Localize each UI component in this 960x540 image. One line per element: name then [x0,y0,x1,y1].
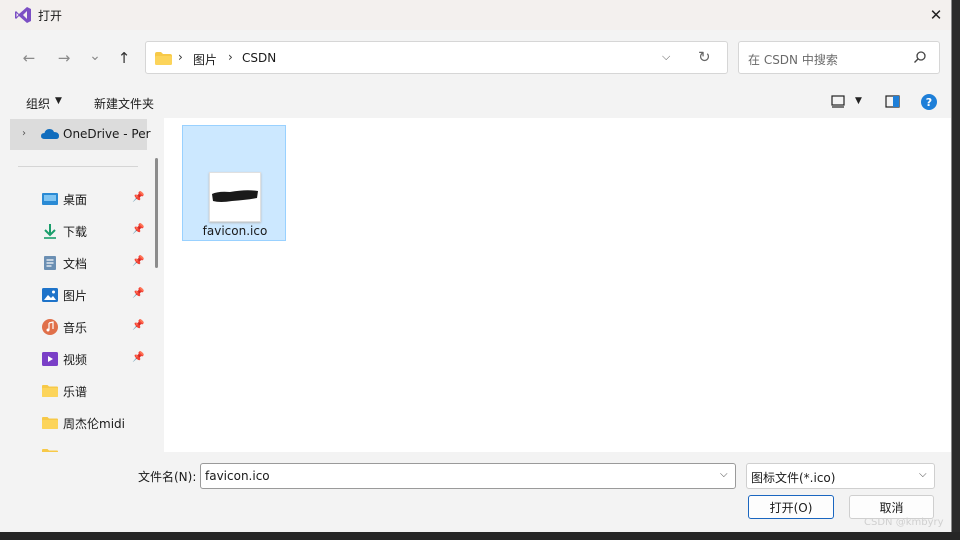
breadcrumb-csdn[interactable]: CSDN [242,51,276,65]
file-name-panel: 文件名(N): favicon.ico ⌵ 图标文件(*.ico) ⌵ 打开(O… [0,452,951,532]
file-item[interactable]: favicon.ico [182,125,286,241]
breadcrumb-pictures[interactable]: 图片 [193,51,217,68]
forward-button[interactable]: → [52,47,76,69]
pin-icon[interactable]: 📌 [132,192,144,203]
back-button[interactable]: ← [17,47,41,69]
sidebar-item-label: 下载 [63,225,88,239]
file-thumbnail [209,172,261,222]
filename-input[interactable]: favicon.ico ⌵ [200,463,736,489]
filetype-select[interactable]: 图标文件(*.ico) ⌵ [746,463,935,489]
filetype-value: 图标文件(*.ico) [751,471,836,485]
arrow-up-icon: ↑ [117,49,131,67]
sidebar-item-label: OneDrive - Per [63,127,151,141]
navigation-bar: ← → ⌄ ↑ › 图片 › CSDN ⌵ ↻ 在 CSDN 中搜索 [0,30,951,86]
sidebar-item-downloads[interactable]: 下载 📌 [8,218,154,244]
refresh-icon[interactable]: ↻ [698,48,711,66]
open-file-dialog: 打开 ✕ ← → ⌄ ↑ › 图片 › CSDN ⌵ ↻ 在 CSDN 中搜索 … [0,0,952,532]
close-icon: ✕ [929,6,943,24]
search-icon[interactable] [913,50,927,64]
sidebar-item-label: 乐谱 [63,385,88,399]
sidebar-item-documents[interactable]: 文档 📌 [8,250,154,276]
search-box[interactable]: 在 CSDN 中搜索 [738,41,940,74]
recent-locations-button[interactable]: ⌄ [83,45,107,67]
view-caret-icon[interactable]: ▼ [855,96,862,106]
videos-icon [42,352,58,366]
sidebar-item-pictures[interactable]: 图片 📌 [8,282,154,308]
download-icon [44,224,56,239]
command-bar: 组织 ▼ 新建文件夹 ▼ ? [0,86,951,118]
breadcrumb-separator: › [178,50,183,64]
dialog-title: 打开 [38,9,63,23]
sidebar-item-desktop[interactable]: 桌面 📌 [8,186,154,212]
folder-icon [155,52,172,65]
file-name: favicon.ico [202,224,268,238]
address-bar[interactable]: › 图片 › CSDN ⌵ ↻ [145,41,728,74]
organize-button[interactable]: 组织 [26,95,50,112]
sidebar-divider [18,166,138,167]
address-history-dropdown[interactable]: ⌵ [662,50,670,64]
background-app-bottom [0,532,960,540]
chevron-down-icon: ⌵ [919,469,927,480]
search-placeholder: 在 CSDN 中搜索 [748,53,838,67]
documents-icon [44,256,56,270]
sidebar-item-label: 视频 [63,353,88,367]
up-button[interactable]: ↑ [112,47,136,69]
sidebar-scrollbar[interactable] [155,158,158,268]
pin-icon[interactable]: 📌 [132,224,144,235]
folder-icon [42,417,58,429]
sidebar-item-onedrive[interactable]: › OneDrive - Per [10,119,151,150]
watermark-text: CSDN @kmbyry [864,517,944,528]
filename-value: favicon.ico [205,469,270,483]
main-area: › OneDrive - Per 桌面 📌 下载 📌 文档 📌 图片 📌 音乐 … [8,118,951,452]
background-app-edge [952,0,960,540]
favicon-brush-stroke-icon [212,190,258,202]
arrow-left-icon: ← [22,49,36,67]
sidebar-item-label: 桌面 [63,193,88,207]
organize-caret-icon: ▼ [55,96,62,106]
sidebar-item-label: 文档 [63,257,88,271]
close-button[interactable]: ✕ [922,2,950,28]
sidebar-item-videos[interactable]: 视频 📌 [8,346,154,372]
pictures-icon [42,288,58,302]
sidebar-item-jay-chou-midi[interactable]: 周杰伦midi [8,410,154,436]
open-button[interactable]: 打开(O) [748,495,834,519]
desktop-icon [42,193,58,205]
sidebar-item-label: 周杰伦midi [63,417,125,431]
sidebar-item-label: 音乐 [63,321,88,335]
folder-icon [42,385,58,397]
chevron-down-icon[interactable]: ⌵ [720,469,728,480]
file-list: favicon.ico [164,118,951,452]
chevron-down-icon: ⌄ [89,48,101,64]
help-button[interactable]: ? [921,94,937,110]
title-bar: 打开 ✕ [0,0,951,30]
pin-icon[interactable]: 📌 [132,352,144,363]
help-icon: ? [925,95,933,109]
pin-icon[interactable]: 📌 [132,256,144,267]
arrow-right-icon: → [57,49,71,67]
view-options-icon[interactable] [831,95,845,108]
sidebar-item-label: 图片 [63,289,88,303]
sidebar-item-cut-off[interactable] [8,442,154,452]
visual-studio-icon [15,7,31,23]
breadcrumb-separator: › [228,50,233,64]
filename-label: 文件名(N): [138,470,197,484]
chevron-right-icon[interactable]: › [22,128,26,139]
cancel-button[interactable]: 取消 [849,495,934,519]
pin-icon[interactable]: 📌 [132,320,144,331]
navigation-pane: › OneDrive - Per 桌面 📌 下载 📌 文档 📌 图片 📌 音乐 … [8,118,164,452]
sidebar-item-music[interactable]: 音乐 📌 [8,314,154,340]
new-folder-button[interactable]: 新建文件夹 [94,95,154,112]
onedrive-icon [41,129,59,139]
preview-pane-icon[interactable] [885,95,900,108]
music-icon [42,319,58,335]
pin-icon[interactable]: 📌 [132,288,144,299]
sidebar-item-sheet-music[interactable]: 乐谱 [8,378,154,404]
